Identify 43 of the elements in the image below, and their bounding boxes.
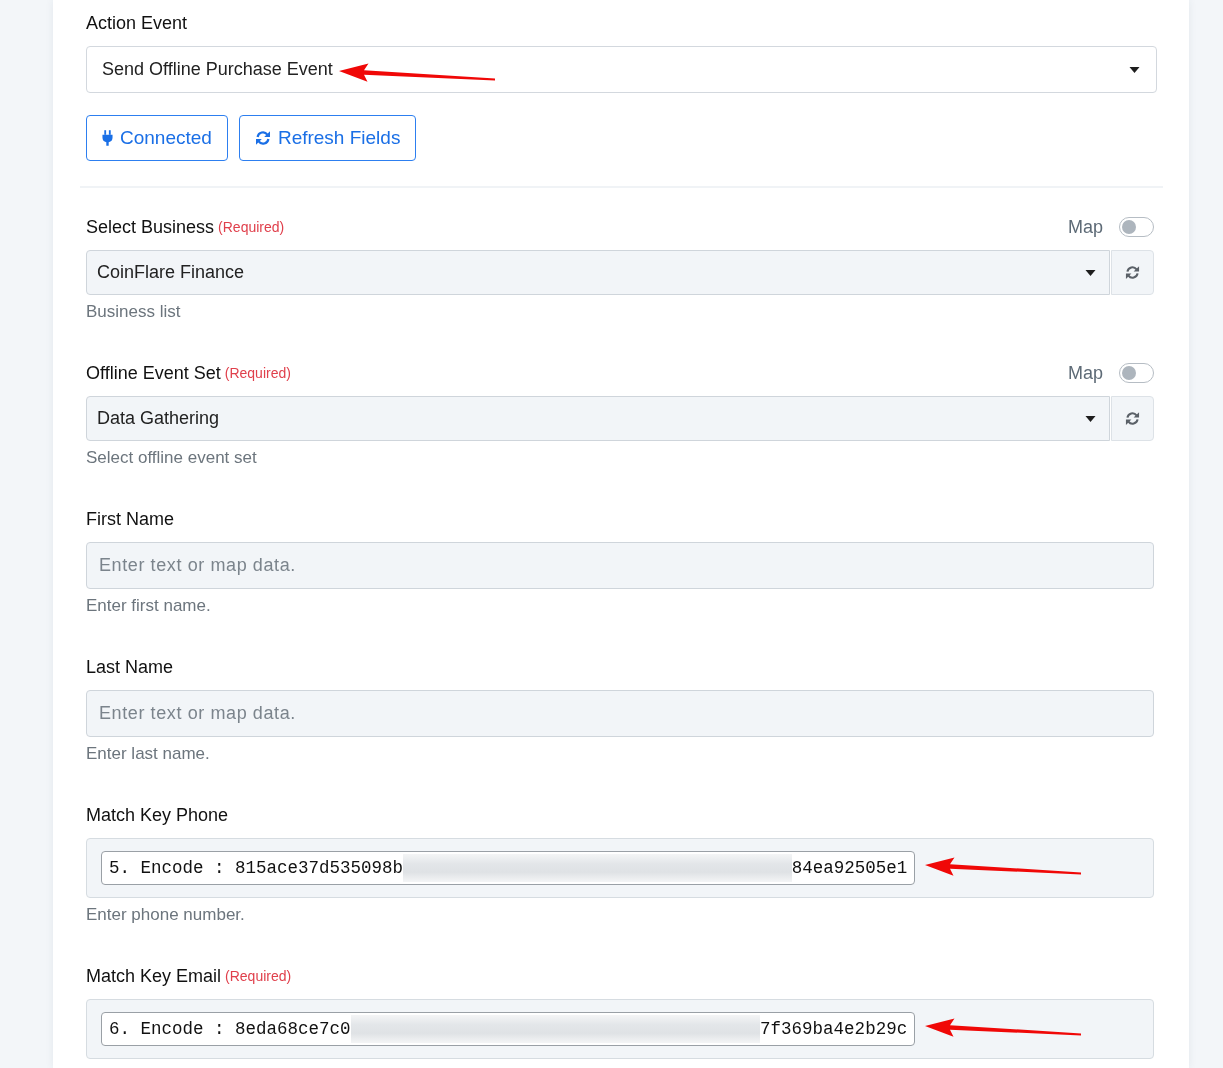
encoded-value-chip[interactable]: 5. Encode : 815ace37d535098b 84ea92505e1 <box>101 851 916 885</box>
text-input[interactable]: Enter text or map data. <box>86 542 1154 589</box>
help-text: Business list <box>86 302 182 322</box>
map-label: Map <box>1068 362 1103 384</box>
token-text: 6. Encode : 8eda68ce7c0 <box>109 1019 351 1039</box>
dropdown[interactable]: CoinFlare Finance <box>86 250 1110 295</box>
refresh-icon <box>1125 265 1140 280</box>
mapping-field[interactable]: 5. Encode : 815ace37d535098b 84ea92505e1 <box>86 838 1154 898</box>
map-toggle[interactable] <box>1119 217 1154 237</box>
action-event-dropdown[interactable]: Send Offline Purchase Event <box>86 46 1157 93</box>
required-note: (Required) <box>225 967 292 986</box>
map-label: Map <box>1068 216 1103 238</box>
text-input[interactable]: Enter text or map data. <box>86 690 1154 737</box>
required-note: (Required) <box>218 218 285 237</box>
field-label: First Name <box>86 508 174 530</box>
help-text: Enter last name. <box>86 744 211 764</box>
field-label: Offline Event Set <box>86 362 221 384</box>
caret-icon <box>1129 66 1140 73</box>
reload-button[interactable] <box>1111 250 1154 295</box>
required-note: (Required) <box>224 364 291 383</box>
field-label: Select Business <box>86 216 215 238</box>
caret-icon <box>1085 269 1096 276</box>
field-label: Match Key Email <box>86 965 222 987</box>
help-text: Enter first name. <box>86 596 212 616</box>
token-text: 84ea92505e1 <box>791 858 908 878</box>
refresh-fields-button[interactable]: Refresh Fields <box>238 115 417 161</box>
refresh-icon <box>254 130 271 146</box>
field-label: Match Key Phone <box>86 804 229 826</box>
caret-icon <box>1085 415 1096 422</box>
dropdown[interactable]: Data Gathering <box>86 396 1110 441</box>
encoded-value-chip[interactable]: 6. Encode : 8eda68ce7c0 7f369ba4e2b29c <box>101 1012 916 1046</box>
map-toggle[interactable] <box>1119 363 1154 383</box>
field-label: Action Event <box>86 12 189 34</box>
refresh-icon <box>1125 411 1140 426</box>
help-text: Enter phone number. <box>86 905 246 925</box>
field-label: Last Name <box>86 656 174 678</box>
reload-button[interactable] <box>1111 396 1154 441</box>
token-text: 7f369ba4e2b29c <box>760 1019 908 1039</box>
token-text: 5. Encode : 815ace37d535098b <box>109 858 404 878</box>
help-text: Select offline event set <box>86 448 258 468</box>
mapping-field[interactable]: 6. Encode : 8eda68ce7c0 7f369ba4e2b29c <box>86 999 1154 1059</box>
plug-icon <box>102 130 113 146</box>
connected-button[interactable]: Connected <box>86 115 228 161</box>
